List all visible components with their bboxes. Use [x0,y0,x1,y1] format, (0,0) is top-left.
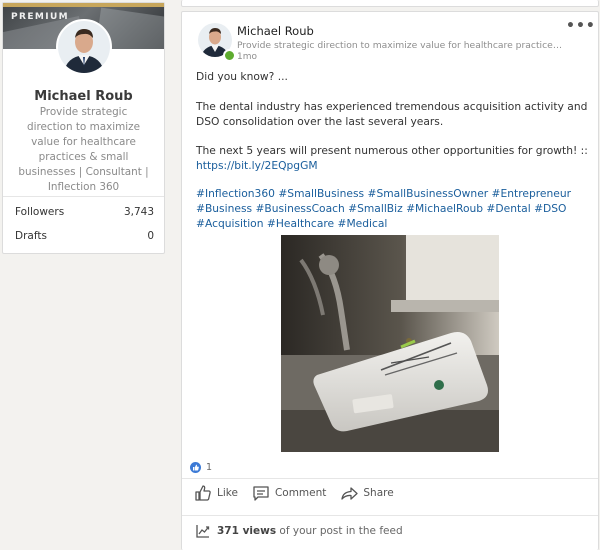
views-suffix: of your post in the feed [276,525,403,537]
online-status-icon [223,49,236,62]
post-text-intro: Did you know? ... [196,70,288,83]
like-reaction-icon [190,462,201,473]
post-hashtags[interactable]: #Inflection360 #SmallBusiness #SmallBusi… [196,186,591,231]
views-divider [182,515,598,516]
reaction-count: 1 [206,462,213,473]
stat-followers[interactable]: Followers 3,743 [15,206,154,218]
comment-label: Comment [274,487,327,499]
profile-divider [3,196,164,197]
profile-card: PREMIUM Michael Roub Provide strategic d… [2,2,165,254]
stat-value: 0 [147,230,154,242]
reactions-summary[interactable]: 1 [190,462,212,473]
share-arrow-icon [341,487,359,500]
post-text-growth: The next 5 years will present numerous o… [196,143,591,173]
profile-avatar[interactable] [56,19,112,75]
previous-card [181,0,599,7]
post-author-headline: Provide strategic direction to maximize … [237,40,565,51]
post-link[interactable]: https://bit.ly/2EQpgGM [196,159,318,172]
share-button[interactable]: Share [340,484,394,502]
post-text-growth-line: The next 5 years will present numerous o… [196,144,588,157]
profile-headline: Provide strategic direction to maximize … [18,106,149,193]
profile-name[interactable]: Michael Roub [3,89,164,104]
post-timestamp: 1mo [237,52,257,62]
share-label: Share [363,487,394,499]
stat-label: Followers [15,206,65,218]
post-actions: Like Comment Share [194,484,394,502]
actions-top-divider [182,478,598,479]
stat-label: Drafts [15,230,47,242]
stat-drafts[interactable]: Drafts 0 [15,230,154,242]
post-views-stat[interactable]: 371 views of your post in the feed [195,523,403,539]
views-count: 371 views [217,525,277,537]
comment-icon [253,486,269,501]
stat-value: 3,743 [123,206,154,218]
thumbs-up-icon [195,485,211,501]
views-text: 371 views of your post in the feed [217,525,403,537]
analytics-chart-icon [196,525,210,538]
more-options-icon[interactable]: ••• [566,18,595,34]
comment-button[interactable]: Comment [252,484,326,502]
post-text-body: The dental industry has experienced trem… [196,100,588,128]
premium-badge: PREMIUM [11,12,70,22]
like-button[interactable]: Like [194,484,238,502]
post-image[interactable] [281,235,499,452]
like-label: Like [217,487,238,499]
feed-post: Michael Roub Provide strategic direction… [181,11,599,550]
post-author-name[interactable]: Michael Roub [237,24,314,38]
